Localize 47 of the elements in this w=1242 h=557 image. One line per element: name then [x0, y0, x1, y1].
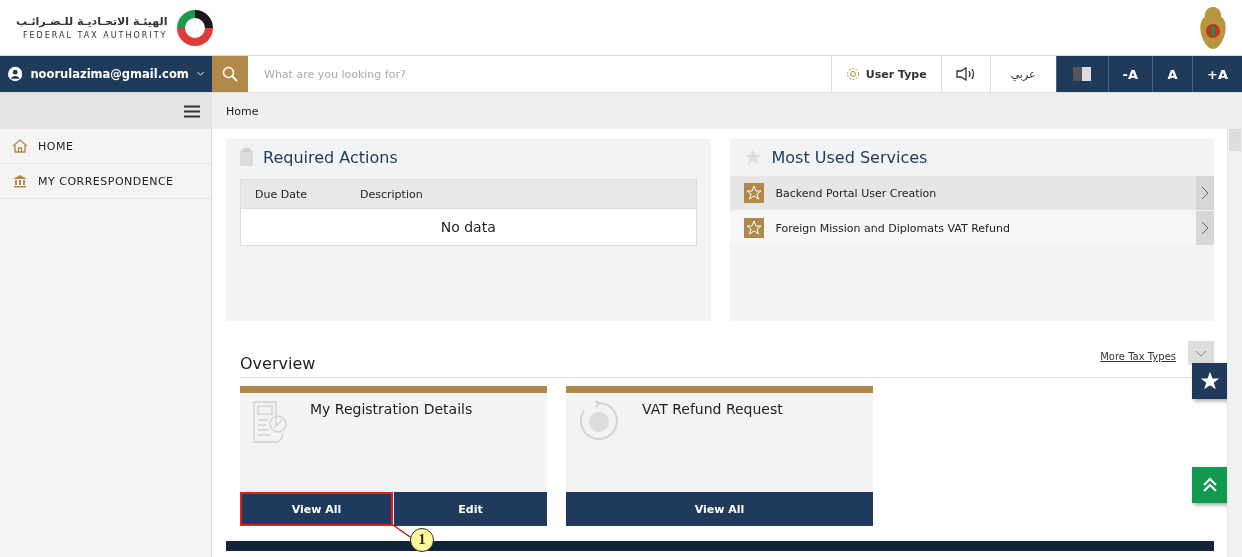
- document-icon: [252, 400, 288, 444]
- gear-icon: [845, 67, 860, 81]
- column-header: Description: [360, 187, 424, 201]
- section-title: Overview: [240, 354, 316, 373]
- menu-icon[interactable]: [184, 104, 200, 118]
- service-row[interactable]: Backend Portal User Creation: [729, 176, 1214, 210]
- column-header: Due Date: [255, 187, 308, 201]
- star-icon: [1200, 371, 1220, 391]
- favorites-button[interactable]: [1192, 363, 1228, 399]
- tile-title: VAT Refund Request: [642, 400, 783, 419]
- view-all-button[interactable]: View All: [566, 492, 873, 526]
- search-icon: [222, 66, 238, 82]
- font-size-button[interactable]: -A: [1107, 56, 1153, 92]
- scrollbar[interactable]: [1227, 129, 1242, 557]
- breadcrumb[interactable]: Home: [226, 104, 259, 118]
- sidebar-item[interactable]: MY CORRESPONDENCE: [0, 164, 211, 199]
- home-icon: [12, 139, 28, 153]
- star-icon: [743, 183, 764, 203]
- emblem-icon: [1198, 4, 1228, 51]
- contrast-button[interactable]: [1055, 56, 1108, 92]
- chevron-down-icon: [1195, 349, 1207, 357]
- star-icon: [743, 218, 764, 238]
- font-size-button[interactable]: +A: [1192, 56, 1242, 92]
- double-chevron-up-icon: [1202, 477, 1218, 493]
- speaker-icon: [955, 67, 976, 81]
- card-title: Required Actions: [263, 147, 398, 167]
- sidebar-item[interactable]: HOME: [0, 129, 211, 164]
- empty-message: No data: [440, 219, 496, 235]
- callout-number: 1: [410, 528, 434, 552]
- view-all-button[interactable]: View All: [240, 492, 393, 526]
- expand-button[interactable]: [1188, 341, 1214, 365]
- clipboard-icon: [240, 148, 253, 166]
- refund-icon: [578, 400, 620, 442]
- logo-text: FEDERAL TAX AUTHORITY: [22, 31, 168, 40]
- scroll-top-button[interactable]: [1192, 467, 1228, 503]
- user-menu[interactable]: noorulazima@gmail.com: [0, 56, 212, 92]
- font-size-button[interactable]: A: [1152, 56, 1193, 92]
- bank-icon: [12, 174, 28, 188]
- logo-arabic-text: الهيئـة الاتحـاديـة للـضـرائـب: [16, 15, 168, 28]
- chevron-down-icon: [196, 70, 204, 78]
- more-tax-types-link[interactable]: More Tax Types: [1100, 351, 1176, 362]
- contrast-icon: [1073, 67, 1092, 81]
- edit-button[interactable]: Edit: [394, 492, 547, 526]
- tile-title: My Registration Details: [310, 400, 473, 419]
- card-title: Most Used Services: [771, 147, 928, 167]
- search-button[interactable]: [212, 56, 248, 92]
- service-row[interactable]: Foreign Mission and Diplomats VAT Refund: [729, 211, 1214, 245]
